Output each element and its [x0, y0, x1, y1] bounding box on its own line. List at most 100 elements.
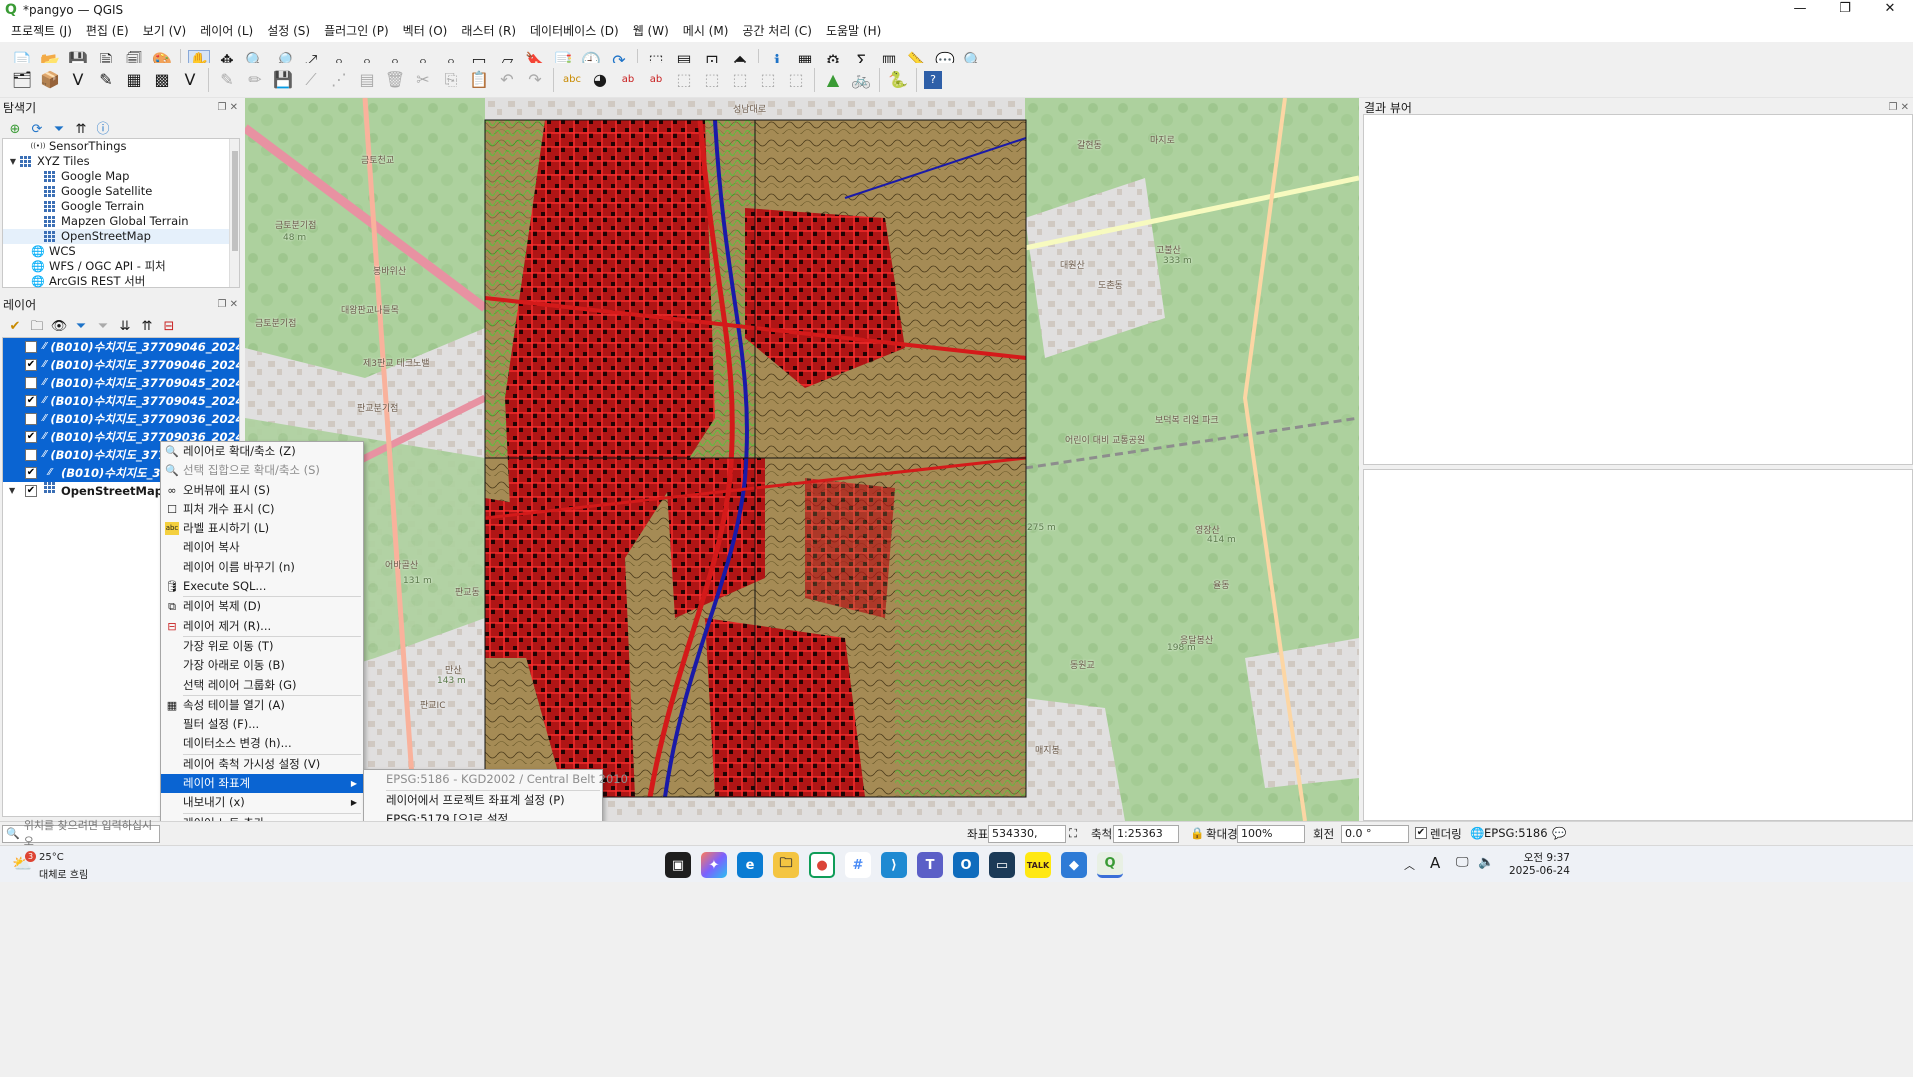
- layer-row[interactable]: ⁄⁄(B010)수치지도_37709045_2024_000004: [3, 374, 239, 392]
- add-selected-icon[interactable]: ⊕: [6, 121, 24, 139]
- messages-icon[interactable]: 💬: [1552, 826, 1566, 840]
- copilot-icon[interactable]: ✦: [701, 852, 727, 878]
- menu-item[interactable]: 웹 (W): [626, 20, 676, 42]
- add-wms-icon[interactable]: ▩: [151, 69, 173, 91]
- browser-item[interactable]: Mapzen Global Terrain: [3, 214, 239, 229]
- rotate-label-icon[interactable]: ⬚: [701, 69, 723, 91]
- expand-icon[interactable]: ▼: [9, 482, 15, 500]
- move-label-icon[interactable]: ⬚: [673, 69, 695, 91]
- layer-row[interactable]: ✔ ⁄⁄(B010)수치지도_37709045_2024_000004: [3, 392, 239, 410]
- context-menu-item[interactable]: ⊟ 레이어 제거 (R)...: [161, 617, 363, 636]
- crs-status[interactable]: EPSG:5186: [1484, 826, 1548, 840]
- locator-search[interactable]: 🔍 위치를 찾으려면 입력하십시오: [2, 819, 160, 848]
- vertex-tool-icon[interactable]: ⋰: [328, 69, 350, 91]
- add-raster-icon[interactable]: ▦: [123, 69, 145, 91]
- current-edits-icon[interactable]: ✎: [216, 69, 238, 91]
- new-shapefile-icon[interactable]: V: [67, 69, 89, 91]
- network-icon[interactable]: 🖵: [1456, 855, 1469, 870]
- close-button[interactable]: ✕: [1867, 0, 1913, 20]
- label-properties-icon[interactable]: ⬚: [785, 69, 807, 91]
- float-icon[interactable]: ❐: [1888, 102, 1897, 113]
- save-edits-icon[interactable]: 💾: [272, 69, 294, 91]
- layer-visibility-checkbox[interactable]: [25, 413, 37, 425]
- filter-legend-icon[interactable]: ⏷: [72, 318, 90, 336]
- filter-expression-icon[interactable]: ⏷: [94, 318, 112, 336]
- context-menu-item[interactable]: 레이어 복사: [161, 538, 363, 557]
- browser-item[interactable]: ((•)) SensorThings: [3, 139, 239, 154]
- style-layer-icon[interactable]: ✔: [6, 318, 24, 336]
- clock-time[interactable]: 오전 9:37: [1510, 850, 1570, 865]
- context-menu-item[interactable]: 데이터소스 변경 (h)...: [161, 734, 363, 753]
- browser-item[interactable]: Google Satellite: [3, 184, 239, 199]
- toggle-editing-icon[interactable]: ✏: [244, 69, 266, 91]
- plugin-gps-icon[interactable]: 🚲: [850, 69, 872, 91]
- show-hide-labels-icon[interactable]: ⬚: [757, 69, 779, 91]
- context-menu-item[interactable]: 레이어 이름 바꾸기 (n): [161, 558, 363, 577]
- remove-layer-icon[interactable]: ⊟: [160, 318, 178, 336]
- collapse-all-icon[interactable]: ⇈: [72, 121, 90, 139]
- maximize-button[interactable]: ❐: [1822, 0, 1868, 20]
- data-source-manager-icon[interactable]: 🗂: [11, 69, 33, 91]
- float-icon[interactable]: ❐: [217, 102, 226, 113]
- clock-date[interactable]: 2025-06-24: [1506, 865, 1570, 877]
- browser-scrollbar[interactable]: [229, 139, 239, 287]
- layer-visibility-checkbox[interactable]: [25, 377, 37, 389]
- menu-item[interactable]: 도움말 (H): [819, 20, 888, 42]
- add-group-icon[interactable]: 🗀: [28, 318, 46, 336]
- new-temp-layer-icon[interactable]: ✎: [95, 69, 117, 91]
- volume-icon[interactable]: 🔈: [1478, 855, 1494, 870]
- context-menu-item[interactable]: 필터 설정 (F)...: [161, 715, 363, 734]
- browser-item[interactable]: 🌐 ArcGIS REST 서버: [3, 274, 239, 289]
- chrome-icon[interactable]: ●: [809, 852, 835, 878]
- layer-row[interactable]: ✔ ⁄⁄(B010)수치지도_37709046_2024_000009: [3, 356, 239, 374]
- vscode-icon[interactable]: ⟩: [881, 852, 907, 878]
- layer-visibility-checkbox[interactable]: ✔: [25, 395, 37, 407]
- lock-scale-icon[interactable]: 🔒: [1190, 826, 1204, 840]
- context-menu-item[interactable]: 🛢 Execute SQL...: [161, 577, 363, 596]
- float-icon[interactable]: ❐: [217, 299, 226, 310]
- crs-submenu-item[interactable]: EPSG:5186 - KGD2002 / Central Belt 2010: [364, 770, 628, 790]
- crs-submenu-item[interactable]: 레이어에서 프로젝트 좌표계 설정 (P): [364, 791, 602, 811]
- menu-item[interactable]: 레이어 (L): [193, 20, 260, 42]
- add-vector-icon[interactable]: V: [179, 69, 201, 91]
- context-menu-item[interactable]: ▦ 속성 테이블 열기 (A): [161, 696, 363, 715]
- render-checkbox[interactable]: ✔: [1415, 827, 1427, 839]
- task-view-icon[interactable]: ▣: [665, 852, 691, 878]
- context-menu-item[interactable]: 선택 레이어 그룹화 (G): [161, 676, 363, 695]
- paste-icon[interactable]: 📋: [468, 69, 490, 91]
- browser-item[interactable]: 🌐 WCS: [3, 244, 239, 259]
- browser-item[interactable]: ▼ XYZ Tiles: [3, 154, 239, 169]
- python-console-icon[interactable]: 🐍: [887, 69, 909, 91]
- manage-visibility-icon[interactable]: 👁: [50, 318, 68, 336]
- toggle-extents-icon[interactable]: ⛶: [1069, 826, 1077, 841]
- menu-item[interactable]: 벡터 (O): [396, 20, 455, 42]
- browser-item[interactable]: OpenStreetMap: [3, 229, 239, 244]
- context-menu-item[interactable]: ∞ 오버뷰에 표시 (S): [161, 481, 363, 500]
- qgis-taskbar-icon[interactable]: Q: [1097, 852, 1123, 878]
- layer-row[interactable]: ⁄⁄(B010)수치지도_37709036_2024_000005: [3, 410, 239, 428]
- terminal-icon[interactable]: ▭: [989, 852, 1015, 878]
- minimize-button[interactable]: —: [1777, 0, 1823, 20]
- cut-icon[interactable]: ✂: [412, 69, 434, 91]
- teams-icon[interactable]: T: [917, 852, 943, 878]
- coord-field[interactable]: 534330, 206939: [988, 825, 1066, 856]
- context-menu-item[interactable]: 가장 아래로 이동 (B): [161, 656, 363, 675]
- browser-item[interactable]: Google Map: [3, 169, 239, 184]
- context-menu-item[interactable]: abc 라벨 표시하기 (L): [161, 519, 363, 538]
- context-menu-item[interactable]: 가장 위로 이동 (T): [161, 637, 363, 656]
- browser-item[interactable]: 🌐 WFS / OGC API - 피처: [3, 259, 239, 274]
- close-panel-icon[interactable]: ✕: [230, 299, 238, 310]
- copy-icon[interactable]: ⎘: [440, 69, 462, 91]
- modify-attributes-icon[interactable]: ▤: [356, 69, 378, 91]
- menu-item[interactable]: 메시 (M): [676, 20, 736, 42]
- context-menu-item[interactable]: 🔍 선택 집합으로 확대/축소 (S): [161, 461, 363, 480]
- close-panel-icon[interactable]: ✕: [1901, 102, 1909, 113]
- redo-icon[interactable]: ↷: [524, 69, 546, 91]
- menu-item[interactable]: 공간 처리 (C): [735, 20, 819, 42]
- change-label-icon[interactable]: ⬚: [729, 69, 751, 91]
- ime-indicator[interactable]: A: [1430, 854, 1440, 872]
- context-menu-item[interactable]: 레이어 축척 가시성 설정 (V): [161, 755, 363, 774]
- context-menu-item[interactable]: ☐ 피처 개수 표시 (C): [161, 500, 363, 519]
- context-menu-item[interactable]: 레이어 좌표계 ▶: [161, 774, 363, 794]
- menu-item[interactable]: 편집 (E): [79, 20, 136, 42]
